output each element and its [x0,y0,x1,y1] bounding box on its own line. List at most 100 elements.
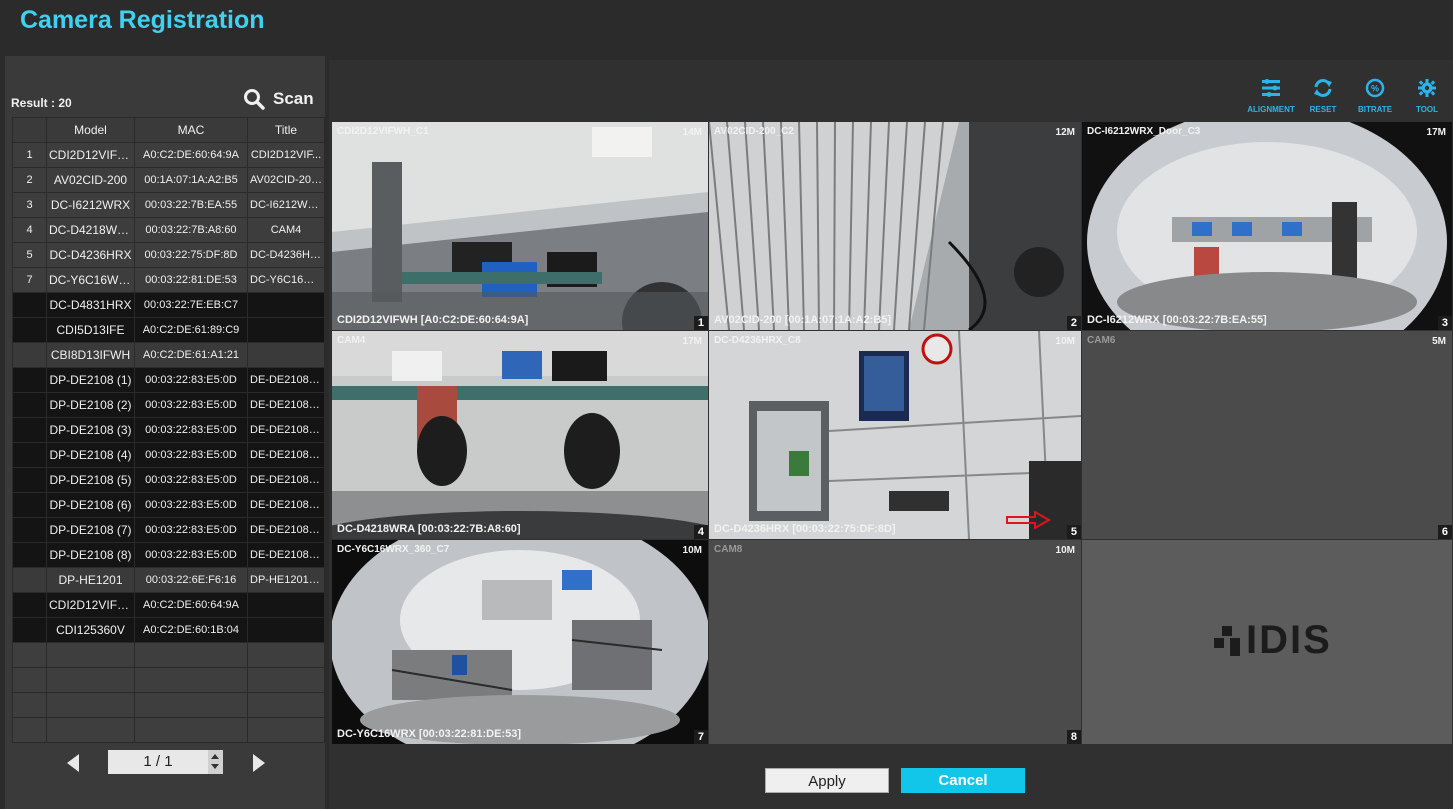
camera-cell-7[interactable]: DC-Y6C16WRX_360_C7 10M DC-Y6C16WRX [00:03:… [332,540,708,744]
camera-number: 7 [693,730,708,744]
cell-num: 5 [12,242,47,268]
cell-num [12,567,47,593]
arrow-right-icon [1006,511,1051,529]
camera-resolution: 14M [682,127,702,138]
camera-cell-1[interactable]: CDI2D12VIFWH_C1 14M CDI2D12VIFWH [A0:C2:DE… [332,122,708,330]
idis-logo: IDIS [1214,618,1332,663]
cell-title [247,617,325,643]
tool-tool-button[interactable]: TOOL [1407,78,1447,114]
camera-cell-8[interactable]: CAM8 10M 8 [709,540,1081,744]
cell-mac: 00:1A:07:1A:A2:B5 [134,167,248,193]
camera-number: 8 [1066,730,1081,744]
camera-resolution: 5M [1432,336,1446,347]
table-row[interactable] [12,667,325,693]
camera-title: CAM6 [1087,335,1116,346]
cell-mac [134,717,248,743]
cell-num [12,292,47,318]
table-row[interactable]: CDI2D12VIFWH A0:C2:DE:60:64:9A [12,592,325,618]
tool-reset-button[interactable]: RESET [1303,78,1343,114]
camera-info: DC-D4218WRA [00:03:22:7B:A8:60] [337,523,521,535]
table-row[interactable]: 5 DC-D4236HRX 00:03:22:75:DF:8D DC-D4236HR.… [12,242,325,268]
cell-mac [134,667,248,693]
scan-button[interactable]: Scan [243,88,314,110]
camera-cell-5[interactable]: DC-D4236HRX_C8 10M DC-D4236HRX [00:03:22:7… [709,331,1081,539]
cell-title [247,692,325,718]
spin-down-icon[interactable] [211,764,219,769]
table-row[interactable]: 2 AV02CID-200 00:1A:07:1A:A2:B5 AV02CID-200… [12,167,325,193]
camera-cell-3[interactable]: DC-I6212WRX_Door_C3 17M DC-I6212WRX [00:03… [1082,122,1452,330]
column-header-model[interactable]: Model [46,117,135,143]
camera-view-panel: ALIGNMENT RESET % BITRATE TOOL CDI2D12VIFWH_… [329,60,1453,809]
table-row[interactable] [12,717,325,743]
cell-title [247,592,325,618]
cell-title: CAM4 [247,217,325,243]
table-row[interactable]: DP-DE2108 (7) 00:03:22:83:E5:0D DE-DE2108 … [12,517,325,543]
column-header-mac[interactable]: MAC [134,117,248,143]
cell-title: DC-I6212WR... [247,192,325,218]
table-row[interactable]: DP-DE2108 (1) 00:03:22:83:E5:0D DE-DE2108 … [12,367,325,393]
table-row[interactable]: 3 DC-I6212WRX 00:03:22:7B:EA:55 DC-I6212WR.… [12,192,325,218]
table-row[interactable]: CDI125360V A0:C2:DE:60:1B:04 [12,617,325,643]
cell-mac: 00:03:22:83:E5:0D [134,467,248,493]
table-row[interactable]: DP-DE2108 (8) 00:03:22:83:E5:0D DE-DE2108 … [12,542,325,568]
page-spinner[interactable] [208,750,223,774]
camera-cell-6[interactable]: CAM6 5M 6 [1082,331,1452,539]
next-page-icon[interactable] [253,754,265,772]
cell-model: DP-DE2108 (3) [46,417,135,443]
result-count: Result : 20 [11,96,72,110]
table-row[interactable]: DC-D4831HRX 00:03:22:7E:EB:C7 [12,292,325,318]
cell-title: DC-D4236HR... [247,242,325,268]
cell-mac: 00:03:22:83:E5:0D [134,492,248,518]
logo-cell: IDIS [1082,540,1452,744]
table-row[interactable]: 4 DC-D4218WRA 00:03:22:7B:A8:60 CAM4 [12,217,325,243]
cell-num: 7 [12,267,47,293]
camera-info: DC-Y6C16WRX [00:03:22:81:DE:53] [337,728,522,740]
cell-model: DP-DE2108 (4) [46,442,135,468]
camera-title: CAM4 [337,335,366,346]
camera-title: CDI2D12VIFWH_C1 [337,126,429,137]
table-row[interactable]: CDI5D13IFE A0:C2:DE:61:89:C9 [12,317,325,343]
prev-page-icon[interactable] [67,754,79,772]
table-row[interactable] [12,642,325,668]
cell-title: DP-HE1201_... [247,567,325,593]
table-row[interactable]: 7 DC-Y6C16WRX 00:03:22:81:DE:53 DC-Y6C16W..… [12,267,325,293]
cell-num [12,692,47,718]
table-row[interactable]: DP-DE2108 (4) 00:03:22:83:E5:0D DE-DE2108 … [12,442,325,468]
camera-cell-2[interactable]: AV02CID-200_C2 12M AV02CID-200 [00:1A:07:1… [709,122,1081,330]
cell-num [12,517,47,543]
tool-bitrate-button[interactable]: % BITRATE [1355,78,1395,114]
table-row[interactable] [12,692,325,718]
cancel-button[interactable]: Cancel [901,768,1025,793]
cell-num [12,367,47,393]
reset-icon [1312,78,1334,103]
table-row[interactable]: DP-DE2108 (6) 00:03:22:83:E5:0D DE-DE2108 … [12,492,325,518]
table-row[interactable]: DP-DE2108 (3) 00:03:22:83:E5:0D DE-DE2108 … [12,417,325,443]
camera-title: DC-Y6C16WRX_360_C7 [337,544,450,555]
table-row[interactable]: DP-HE1201 00:03:22:6E:F6:16 DP-HE1201_... [12,567,325,593]
tool-alignment-button[interactable]: ALIGNMENT [1247,78,1295,114]
apply-button[interactable]: Apply [765,768,889,793]
cell-num [12,392,47,418]
table-row[interactable]: CBI8D13IFWH A0:C2:DE:61:A1:21 [12,342,325,368]
cell-model: DC-D4236HRX [46,242,135,268]
page-input[interactable]: 1 / 1 [108,750,208,774]
cell-mac: 00:03:22:75:DF:8D [134,242,248,268]
camera-resolution: 10M [682,545,702,556]
table-row[interactable]: DP-DE2108 (5) 00:03:22:83:E5:0D DE-DE2108 … [12,467,325,493]
cell-model: CDI125360V [46,617,135,643]
cell-model: CDI2D12VIFWH [46,142,135,168]
gear-icon [1416,78,1438,103]
spin-up-icon[interactable] [211,754,219,759]
column-header-title[interactable]: Title [247,117,325,143]
cell-model: CDI5D13IFE [46,317,135,343]
cell-model: CDI2D12VIFWH [46,592,135,618]
cell-title: DE-DE2108 A... [247,417,325,443]
cell-num [12,667,47,693]
table-row[interactable]: 1 CDI2D12VIFWH A0:C2:DE:60:64:9A CDI2D12VIF… [12,142,325,168]
cell-model: DC-D4218WRA [46,217,135,243]
camera-cell-4[interactable]: CAM4 17M DC-D4218WRA [00:03:22:7B:A8:60] 4 [332,331,708,539]
column-header-num [12,117,47,143]
cell-mac: 00:03:22:83:E5:0D [134,417,248,443]
table-row[interactable]: DP-DE2108 (2) 00:03:22:83:E5:0D DE-DE2108 … [12,392,325,418]
cell-num: 1 [12,142,47,168]
